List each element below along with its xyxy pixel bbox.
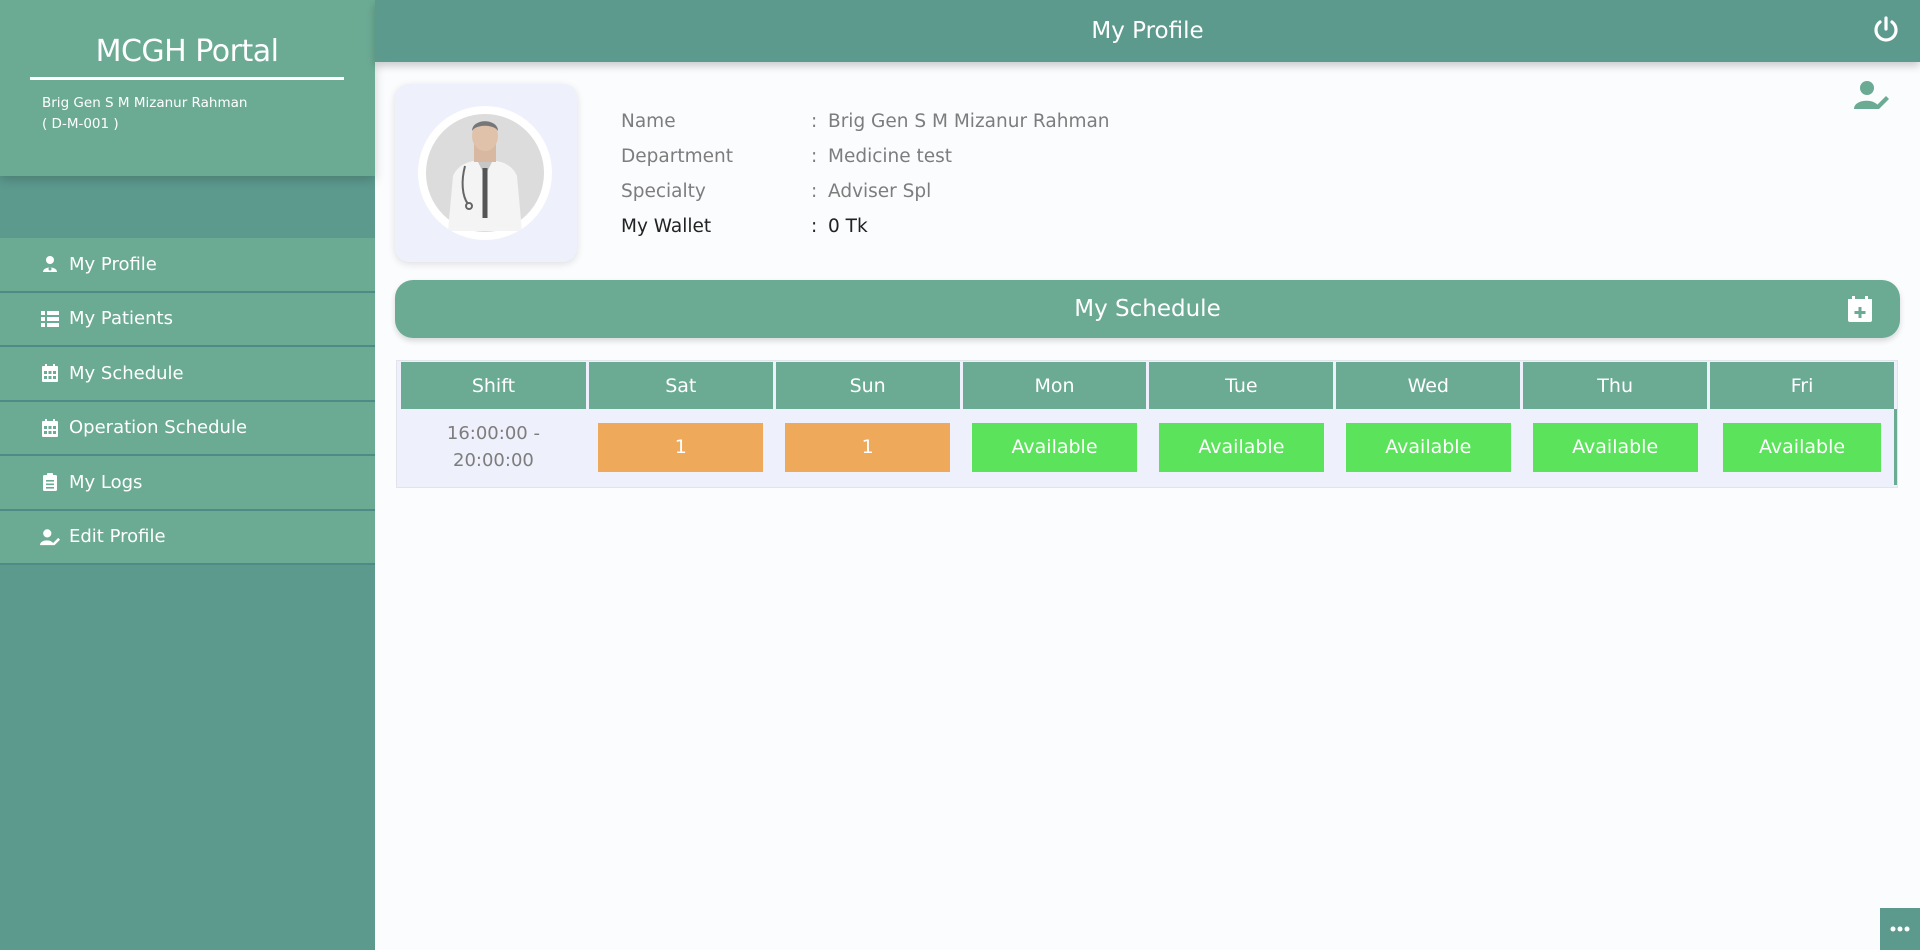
sidebar-item-my-patients[interactable]: My Patients: [0, 292, 375, 347]
ellipsis-icon: [1890, 926, 1910, 932]
shift-end: 20:00:00: [453, 450, 534, 471]
sidebar-item-my-schedule[interactable]: My Schedule: [0, 347, 375, 402]
sidebar-item-label: My Patients: [69, 308, 173, 330]
fri-cell: Available: [1707, 409, 1897, 485]
column-header-mon: Mon: [961, 362, 1150, 409]
brand-panel: MCGH Portal Brig Gen S M Mizanur Rahman …: [0, 0, 375, 176]
sidebar-item-label: Operation Schedule: [69, 417, 248, 439]
user-name: Brig Gen S M Mizanur Rahman: [42, 95, 248, 111]
profile-value: Adviser Spl: [828, 181, 932, 202]
column-header-shift: Shift: [401, 362, 589, 409]
calendar-icon: [40, 418, 60, 438]
column-header-wed: Wed: [1334, 362, 1524, 409]
user-id: ( D-M-001 ): [42, 116, 119, 132]
calendar-icon: [40, 363, 60, 383]
profile-label: Department: [621, 146, 733, 167]
edit-profile-icon[interactable]: [1854, 80, 1890, 112]
separator: :: [811, 111, 818, 132]
list-icon: [40, 309, 60, 329]
wallet-value: 0 Tk: [828, 216, 868, 237]
available-slot-mon[interactable]: Available: [972, 422, 1138, 472]
sidebar-item-label: My Profile: [69, 253, 157, 275]
shift-cell: 16:00:00 - 20:00:00: [401, 409, 589, 485]
schedule-title: My Schedule: [1074, 296, 1221, 322]
separator: :: [811, 146, 818, 167]
booked-slot-sun[interactable]: 1: [785, 422, 951, 472]
brand-divider: [30, 77, 344, 80]
sidebar-item-label: Edit Profile: [69, 526, 166, 548]
column-header-sun: Sun: [774, 362, 963, 409]
sat-cell: 1: [587, 409, 776, 485]
sidebar-item-operation-schedule[interactable]: Operation Schedule: [0, 401, 375, 456]
schedule-table-wrap: Shift Sat Sun Mon Tue Wed Thu Fri 16:00:…: [396, 360, 1898, 488]
profile-row-department: Department : Medicine test: [621, 139, 1110, 174]
sidebar: MCGH Portal Brig Gen S M Mizanur Rahman …: [0, 0, 375, 950]
sidebar-item-my-logs[interactable]: My Logs: [0, 456, 375, 511]
header: My Profile: [375, 0, 1920, 62]
sidebar-item-label: My Logs: [69, 471, 143, 493]
doctor-avatar-icon: [418, 106, 552, 240]
sidebar-nav: My Profile My Patients My Schedule Opera…: [0, 238, 375, 565]
profile-value: Brig Gen S M Mizanur Rahman: [828, 111, 1110, 132]
table-row: 16:00:00 - 20:00:00 1 1 Available Availa…: [401, 409, 1897, 485]
wed-cell: Available: [1334, 409, 1524, 485]
page-title: My Profile: [1091, 18, 1204, 44]
column-header-tue: Tue: [1147, 362, 1337, 409]
power-icon[interactable]: [1872, 16, 1900, 44]
shift-start: 16:00:00 -: [446, 423, 540, 444]
sun-cell: 1: [774, 409, 963, 485]
column-header-thu: Thu: [1521, 362, 1711, 409]
clipboard-icon: [40, 472, 60, 492]
user-info: Brig Gen S M Mizanur Rahman ( D-M-001 ): [42, 93, 247, 135]
profile-label: Name: [621, 111, 676, 132]
available-slot-wed[interactable]: Available: [1345, 422, 1511, 472]
user-md-icon: [40, 254, 60, 274]
separator: :: [811, 181, 818, 202]
mon-cell: Available: [961, 409, 1150, 485]
profile-row-wallet: My Wallet : 0 Tk: [621, 209, 1110, 244]
schedule-table: Shift Sat Sun Mon Tue Wed Thu Fri 16:00:…: [401, 362, 1897, 485]
profile-label: Specialty: [621, 181, 706, 202]
avatar-card: [395, 84, 577, 262]
available-slot-tue[interactable]: Available: [1158, 422, 1324, 472]
profile-label: My Wallet: [621, 216, 712, 237]
table-header-row: Shift Sat Sun Mon Tue Wed Thu Fri: [401, 362, 1897, 409]
brand-title: MCGH Portal: [95, 34, 279, 69]
sidebar-item-my-profile[interactable]: My Profile: [0, 238, 375, 293]
user-edit-icon: [40, 527, 60, 547]
profile-value: Medicine test: [828, 146, 953, 167]
thu-cell: Available: [1521, 409, 1711, 485]
booked-slot-sat[interactable]: 1: [598, 422, 764, 472]
sidebar-item-label: My Schedule: [69, 362, 184, 384]
calendar-plus-icon[interactable]: [1848, 296, 1872, 322]
available-slot-fri[interactable]: Available: [1723, 422, 1882, 472]
sidebar-item-edit-profile[interactable]: Edit Profile: [0, 510, 375, 565]
column-header-fri: Fri: [1708, 362, 1897, 409]
profile-row-name: Name : Brig Gen S M Mizanur Rahman: [621, 104, 1110, 139]
column-header-sat: Sat: [587, 362, 776, 409]
schedule-header: My Schedule: [395, 280, 1900, 338]
separator: :: [811, 216, 818, 237]
tue-cell: Available: [1147, 409, 1337, 485]
profile-info: Name : Brig Gen S M Mizanur Rahman Depar…: [621, 104, 1110, 244]
more-options-button[interactable]: [1880, 908, 1920, 950]
profile-row-specialty: Specialty : Adviser Spl: [621, 174, 1110, 209]
available-slot-thu[interactable]: Available: [1532, 422, 1698, 472]
